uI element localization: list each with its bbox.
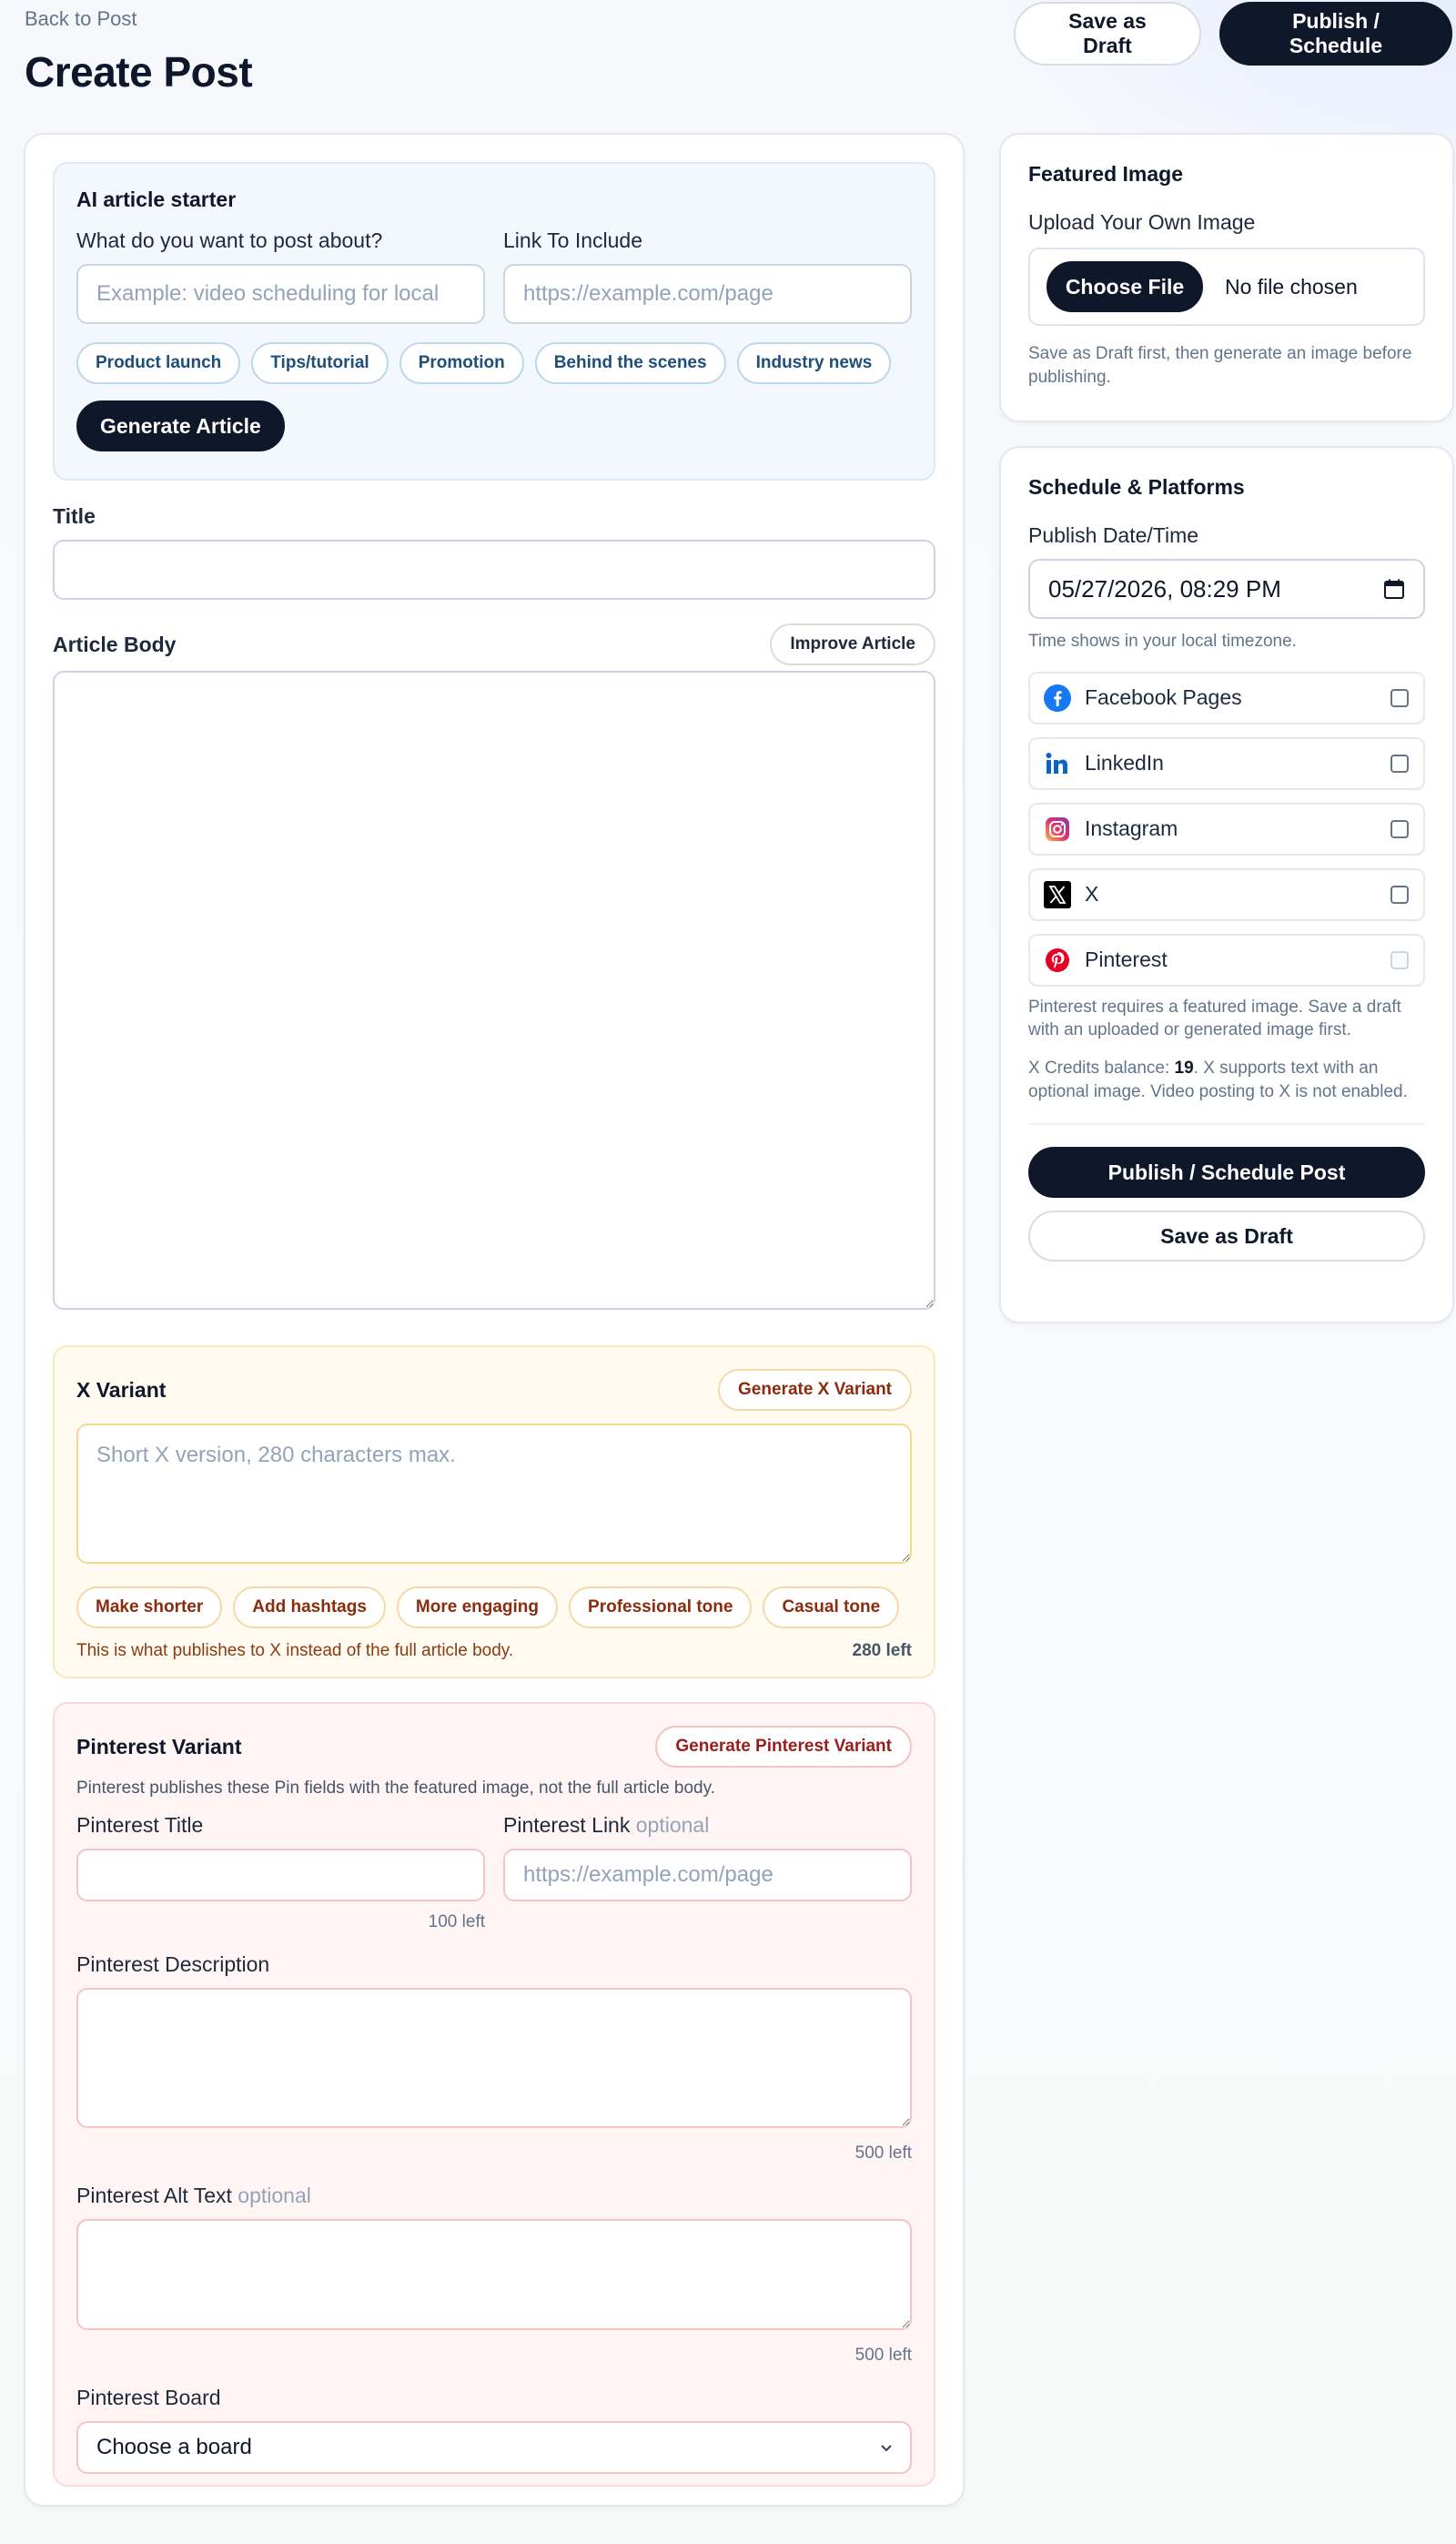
chip-promotion[interactable]: Promotion <box>399 342 524 384</box>
facebook-checkbox[interactable] <box>1390 688 1409 707</box>
pinterest-title-count: 100 left <box>428 1912 485 1931</box>
pinterest-link-input[interactable] <box>503 1849 912 1901</box>
pinterest-title-label: Pinterest Title <box>76 1813 204 1837</box>
ai-starter-title: AI article starter <box>76 188 237 211</box>
pinterest-variant-title: Pinterest Variant <box>76 1734 242 1759</box>
x-variant-section: X Variant Generate X Variant Make shorte… <box>53 1345 935 1678</box>
chip-professional-tone[interactable]: Professional tone <box>569 1586 753 1628</box>
generate-pinterest-variant-button[interactable]: Generate Pinterest Variant <box>655 1726 912 1768</box>
pinterest-requirement-note: Pinterest requires a featured image. Sav… <box>1028 997 1401 1040</box>
schedule-title: Schedule & Platforms <box>1028 475 1245 499</box>
x-char-count: 280 left <box>852 1641 912 1660</box>
x-variant-textarea[interactable] <box>76 1424 912 1564</box>
pinterest-alt-text-count: 500 left <box>854 2346 912 2365</box>
platform-label: Facebook Pages <box>1085 685 1242 710</box>
pinterest-board-select[interactable]: Choose a board <box>76 2421 912 2474</box>
publish-date-label: Publish Date/Time <box>1028 523 1199 547</box>
topic-label: What do you want to post about? <box>76 228 383 252</box>
featured-image-card: Featured Image Upload Your Own Image Cho… <box>999 133 1454 422</box>
pinterest-alt-text-textarea[interactable] <box>76 2219 912 2330</box>
file-status: No file chosen <box>1225 274 1358 299</box>
sidebar-save-draft-button[interactable]: Save as Draft <box>1028 1211 1425 1262</box>
page-title: Create Post <box>25 48 253 96</box>
generate-x-variant-button[interactable]: Generate X Variant <box>718 1369 912 1411</box>
pinterest-checkbox[interactable] <box>1390 950 1409 969</box>
post-editor-card: AI article starter What do you want to p… <box>24 133 965 2507</box>
article-body-label: Article Body <box>53 632 177 656</box>
platform-pinterest[interactable]: Pinterest <box>1028 933 1425 987</box>
platform-label: LinkedIn <box>1085 751 1164 775</box>
generate-article-button[interactable]: Generate Article <box>76 400 285 451</box>
ai-article-starter: AI article starter What do you want to p… <box>53 162 935 481</box>
x-icon <box>1043 880 1072 909</box>
publish-date-input[interactable]: 05/27/2026, 08:29 PM <box>1028 559 1425 619</box>
linkedin-checkbox[interactable] <box>1390 754 1409 773</box>
facebook-icon <box>1043 684 1072 713</box>
topic-input[interactable] <box>76 264 485 324</box>
instagram-icon <box>1043 815 1072 844</box>
pinterest-title-input[interactable] <box>76 1849 485 1901</box>
chip-industry-news[interactable]: Industry news <box>736 342 892 384</box>
chip-casual-tone[interactable]: Casual tone <box>763 1586 900 1628</box>
linkedin-icon <box>1043 749 1072 778</box>
pinterest-description-count: 500 left <box>854 2144 912 2163</box>
x-credits-value: 19 <box>1174 1058 1194 1078</box>
article-body-textarea[interactable] <box>53 671 935 1310</box>
divider <box>1028 1123 1425 1126</box>
pinterest-board-label: Pinterest Board <box>76 2386 221 2409</box>
save-draft-button[interactable]: Save as Draft <box>1014 2 1201 66</box>
platform-instagram[interactable]: Instagram <box>1028 802 1425 856</box>
header-actions: Save as Draft Publish / Schedule <box>1014 2 1452 66</box>
featured-image-title: Featured Image <box>1028 162 1183 186</box>
x-variant-helper: This is what publishes to X instead of t… <box>76 1641 514 1660</box>
platform-x[interactable]: X <box>1028 867 1425 921</box>
chip-make-shorter[interactable]: Make shorter <box>76 1586 223 1628</box>
platform-linkedin[interactable]: LinkedIn <box>1028 736 1425 790</box>
pinterest-variant-section: Pinterest Variant Generate Pinterest Var… <box>53 1702 935 2487</box>
pinterest-description-textarea[interactable] <box>76 1988 912 2128</box>
publish-schedule-post-button[interactable]: Publish / Schedule Post <box>1028 1147 1425 1199</box>
publish-date-value: 05/27/2026, 08:29 PM <box>1048 574 1281 603</box>
x-credits-note: X Credits balance: 19. X supports text w… <box>1028 1058 1408 1101</box>
publish-button[interactable]: Publish / Schedule <box>1219 2 1452 66</box>
platform-facebook-pages[interactable]: Facebook Pages <box>1028 671 1425 725</box>
calendar-icon[interactable] <box>1383 578 1405 600</box>
upload-image-label: Upload Your Own Image <box>1028 210 1256 234</box>
pinterest-icon <box>1043 946 1072 975</box>
title-input[interactable] <box>53 540 935 600</box>
title-label: Title <box>53 504 96 528</box>
timezone-hint: Time shows in your local timezone. <box>1028 632 1297 651</box>
pinterest-board-select-wrap: Choose a board <box>76 2421 912 2474</box>
file-upload-field: Choose File No file chosen <box>1028 248 1425 326</box>
improve-article-button[interactable]: Improve Article <box>770 623 935 665</box>
platform-label: X <box>1085 882 1099 907</box>
pinterest-link-label: Pinterest Link optional <box>503 1813 710 1837</box>
platform-label: Pinterest <box>1085 948 1168 972</box>
link-input[interactable] <box>503 264 912 324</box>
back-link[interactable]: Back to Post <box>25 7 137 31</box>
platform-label: Instagram <box>1085 816 1178 841</box>
x-checkbox[interactable] <box>1390 885 1409 904</box>
instagram-checkbox[interactable] <box>1390 819 1409 838</box>
pinterest-board-value: Choose a board <box>96 2435 252 2459</box>
pinterest-description-label: Pinterest Description <box>76 1952 270 1976</box>
chip-behind-the-scenes[interactable]: Behind the scenes <box>534 342 726 384</box>
pinterest-variant-description: Pinterest publishes these Pin fields wit… <box>76 1779 715 1798</box>
link-label: Link To Include <box>503 228 643 252</box>
featured-image-hint: Save as Draft first, then generate an im… <box>1028 344 1412 387</box>
chevron-down-icon <box>881 2445 892 2452</box>
schedule-platforms-card: Schedule & Platforms Publish Date/Time 0… <box>999 446 1454 1323</box>
choose-file-button[interactable]: Choose File <box>1046 261 1203 312</box>
x-variant-title: X Variant <box>76 1377 167 1402</box>
chip-add-hashtags[interactable]: Add hashtags <box>233 1586 386 1628</box>
chip-tips-tutorial[interactable]: Tips/tutorial <box>251 342 389 384</box>
pinterest-alt-text-label: Pinterest Alt Text optional <box>76 2184 311 2207</box>
chip-product-launch[interactable]: Product launch <box>76 342 241 384</box>
chip-more-engaging[interactable]: More engaging <box>396 1586 559 1628</box>
